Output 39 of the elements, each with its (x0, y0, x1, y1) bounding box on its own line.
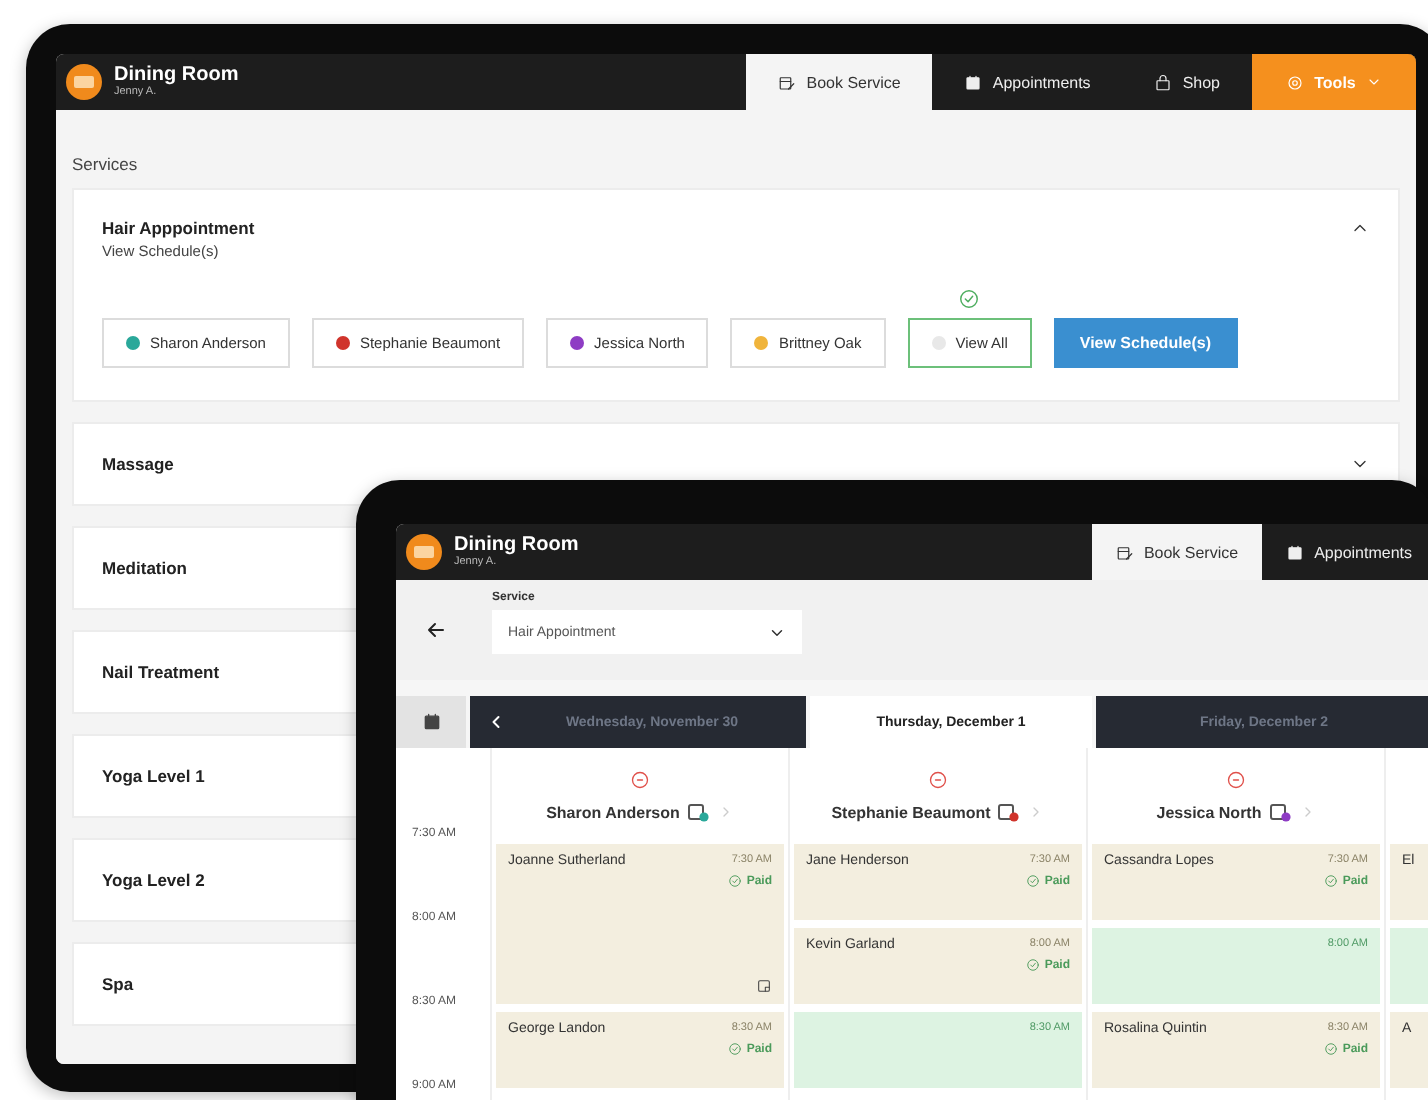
check-circle-icon (1026, 958, 1041, 972)
check-circle-icon (1324, 1042, 1339, 1056)
logo-icon (66, 64, 102, 100)
app-title: Dining Room (114, 64, 239, 86)
service-name: Yoga Level 1 (102, 766, 205, 786)
calendar-icon (687, 802, 710, 822)
remove-circle-icon (928, 770, 948, 790)
service-name: Spa (102, 974, 134, 994)
calendar-edit-icon (1115, 543, 1134, 561)
service-name: Massage (102, 454, 174, 474)
staff-name: Stephanie Beaumont (831, 803, 991, 821)
check-circle-icon (958, 288, 981, 310)
calendar-icon (421, 712, 441, 732)
nav-tab[interactable]: Book Service (746, 54, 933, 110)
remove-circle-icon (630, 770, 650, 790)
check-circle-icon (728, 874, 743, 888)
calendar-icon (1286, 543, 1305, 561)
calendar-edit-icon (778, 73, 797, 91)
logo-icon (406, 534, 442, 570)
chevron-down-icon (1365, 74, 1382, 90)
staff-name: Sharon Anderson (546, 803, 680, 821)
back-arrow-icon (424, 618, 448, 642)
remove-circle-icon (1226, 770, 1246, 790)
check-circle-icon (728, 1042, 743, 1056)
calendar-icon (964, 73, 983, 91)
check-circle-icon (1026, 874, 1041, 888)
calendar-icon (998, 802, 1021, 822)
calendar-icon (1269, 802, 1292, 822)
staff-name: Jessica North (1156, 803, 1262, 821)
nav-tab[interactable]: Book Service (1091, 524, 1263, 580)
service-name: Yoga Level 2 (102, 870, 205, 890)
gear-icon (1286, 73, 1305, 91)
app-title: Dining Room (454, 534, 579, 556)
shopping-bag-icon (1154, 73, 1173, 91)
service-name: Nail Treatment (102, 662, 220, 682)
service-name: Meditation (102, 558, 187, 578)
check-circle-icon (1324, 874, 1339, 888)
service-name: Hair Apppointment (102, 218, 255, 238)
section-label: Services (72, 154, 140, 174)
